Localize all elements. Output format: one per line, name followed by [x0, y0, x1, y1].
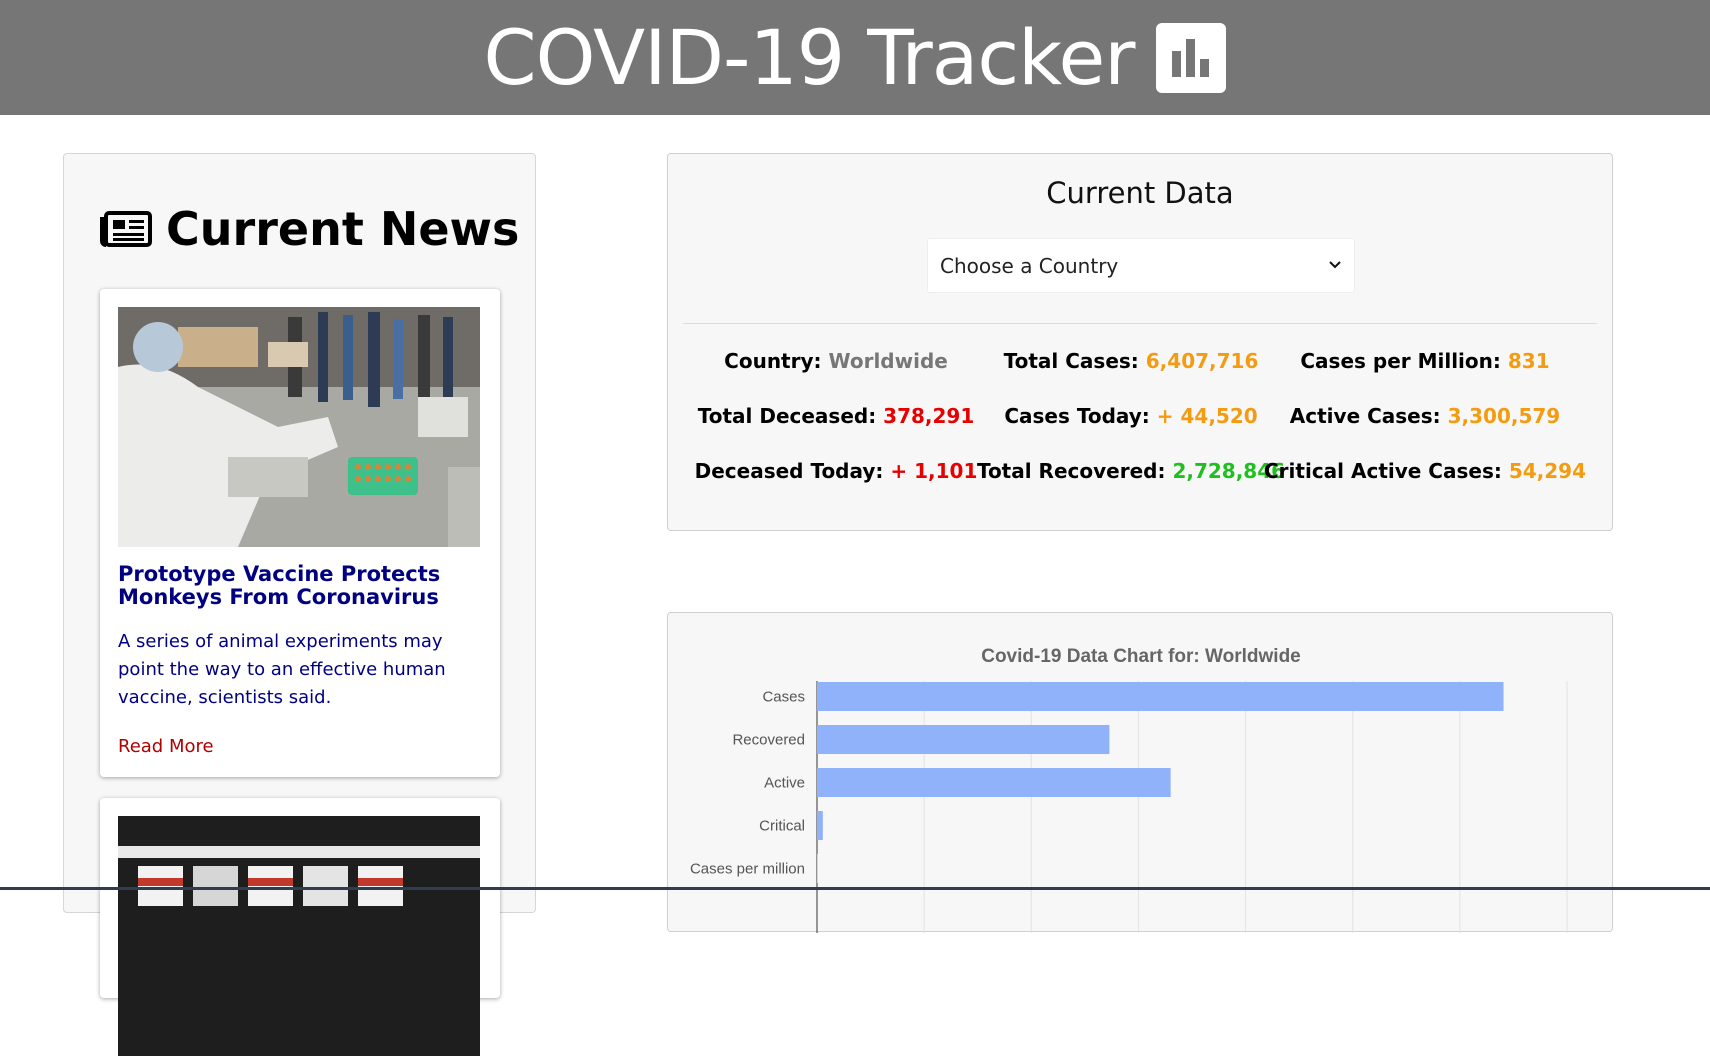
chart-bar [817, 854, 818, 883]
newspaper-icon [100, 211, 152, 247]
stat-country: Country: Worldwide [724, 349, 948, 373]
news-panel: Current News Prototype Vaccine Protects … [63, 153, 536, 1056]
chart-bar [817, 682, 1504, 711]
chart-category-label: Active [764, 775, 805, 792]
bar-chart-icon [1156, 22, 1227, 93]
current-data-heading: Current Data [1046, 176, 1234, 210]
stat-deceased-today: Deceased Today: + 1,101 [694, 459, 978, 483]
chart-panel: Covid-19 Data Chart for: Worldwide Cases R… [667, 612, 1613, 933]
stat-critical-active: Critical Active Cases: 54,294 [1264, 459, 1586, 483]
chart-bar [817, 725, 1110, 754]
current-data-panel: Current Data Choose a Country Country: W… [667, 153, 1613, 531]
stat-total-cases: Total Cases: 6,407,716 [1003, 349, 1259, 373]
news-card [100, 798, 500, 1056]
chart-bar [817, 768, 1171, 797]
stat-active-cases: Active Cases: 3,300,579 [1289, 404, 1561, 428]
news-heading: Current News [100, 202, 519, 256]
chart-category-label: Recovered [732, 732, 805, 749]
chart-title: Covid-19 Data Chart for: Worldwide [981, 646, 1301, 667]
stat-total-deceased: Total Deceased: 378,291 [697, 404, 975, 428]
vials-rack-photo [118, 816, 480, 1056]
divider [683, 323, 1597, 324]
chart-bar [817, 811, 823, 840]
country-select-value: Choose a Country [940, 253, 1119, 278]
chart-category-label: Critical [759, 818, 805, 835]
news-heading-text: Current News [166, 202, 520, 256]
article-title: Prototype Vaccine Protects Monkeys From … [118, 562, 441, 609]
read-more-link[interactable]: Read More [118, 736, 214, 757]
covid-bar-chart: Covid-19 Data Chart for: Worldwide Cases R… [690, 646, 1568, 933]
article-description: A series of animal experiments may point… [118, 631, 446, 708]
chart-category-label: Cases [762, 689, 805, 706]
news-card: Prototype Vaccine Protects Monkeys From … [100, 289, 500, 777]
stat-total-recovered: Total Recovered: 2,728,846 [976, 459, 1286, 483]
chart-category-label: Cases per million [690, 861, 805, 878]
app-header: COVID-19 Tracker [0, 0, 1710, 115]
stat-cases-today: Cases Today: + 44,520 [1004, 404, 1258, 428]
app-title: COVID-19 Tracker [483, 13, 1136, 102]
stat-cases-per-million: Cases per Million: 831 [1300, 349, 1550, 373]
chevron-down-icon [1328, 258, 1342, 274]
country-select[interactable]: Choose a Country [927, 238, 1355, 293]
lab-researcher-photo [118, 307, 480, 547]
